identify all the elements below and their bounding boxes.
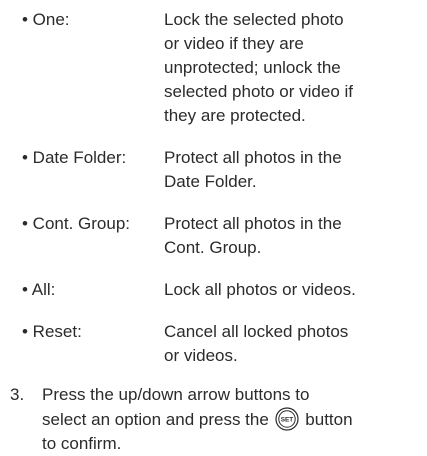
step-line: Press the up/down arrow buttons to: [42, 385, 310, 404]
option-description: Protect all photos in the Cont. Group.: [164, 212, 426, 260]
description-line: Protect all photos in the: [164, 214, 342, 233]
description-line: selected photo or video if: [164, 82, 354, 101]
description-line: Protect all photos in the: [164, 148, 342, 167]
description-line: or video if they are: [164, 34, 304, 53]
description-line: Cancel all locked photos: [164, 322, 349, 341]
description-line: or videos.: [164, 346, 238, 365]
option-term: • Cont. Group:: [22, 214, 131, 233]
description-line: Date Folder.: [164, 172, 257, 191]
set-button-graphic: SET: [274, 407, 299, 431]
option-description: Protect all photos in the Date Folder.: [164, 146, 426, 194]
description-line: unprotected; unlock the: [164, 58, 341, 77]
step-line-text: select an option and press the: [42, 410, 269, 429]
option-term: • Date Folder:: [22, 148, 127, 167]
description-line: Cont. Group.: [164, 238, 262, 257]
step-line: select an option and press the SET butto…: [42, 407, 422, 432]
option-description: Lock all photos or videos.: [164, 278, 426, 302]
manual-page: • One: Lock the selected photo or video …: [0, 0, 427, 453]
option-description: Lock the selected photo or video if they…: [164, 8, 426, 128]
description-line: Lock the selected photo: [164, 10, 344, 29]
option-term: • All:: [22, 280, 56, 299]
set-button-icon: SET: [274, 407, 299, 431]
option-term: • Reset:: [22, 322, 82, 341]
step-text: Press the up/down arrow buttons to selec…: [42, 383, 422, 456]
step-line: to confirm.: [42, 434, 122, 453]
option-term: • One:: [22, 10, 70, 29]
step-number: 3.: [10, 385, 25, 404]
description-line: Lock all photos or videos.: [164, 280, 356, 299]
description-line: they are protected.: [164, 106, 306, 125]
set-icon-label: SET: [280, 417, 293, 424]
option-description: Cancel all locked photos or videos.: [164, 320, 426, 368]
step-line-text: button: [305, 410, 353, 429]
